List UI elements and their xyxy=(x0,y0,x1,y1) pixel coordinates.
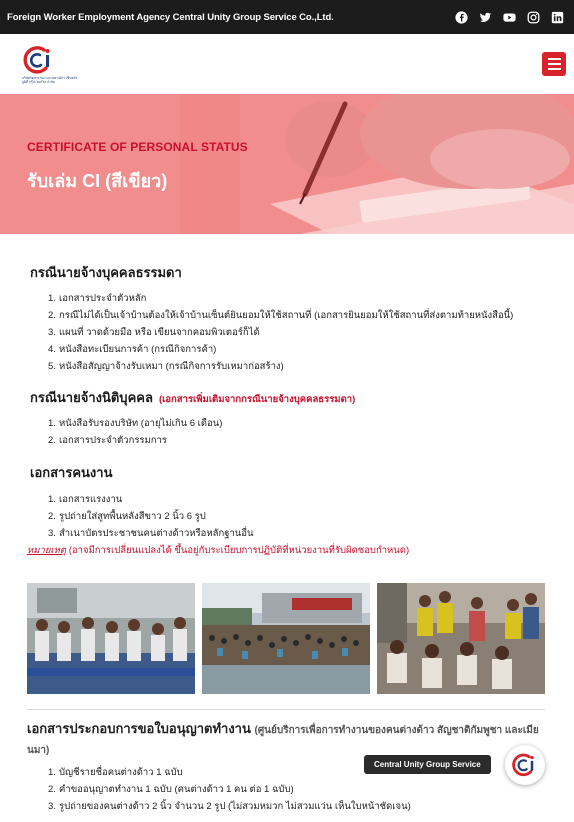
list-item: 1. เอกสารแรงงาน xyxy=(48,494,123,505)
remark-label: หมายเหตุ xyxy=(27,545,67,556)
chat-label-button[interactable]: Central Unity Group Service xyxy=(364,755,491,774)
gallery-photo-workers-vests[interactable] xyxy=(377,583,545,694)
twitter-icon[interactable] xyxy=(479,11,492,24)
section-note: (เอกสารเพิ่มเติมจากกรณีนายจ้างบุคคลธรรมด… xyxy=(158,394,356,405)
list-item: 1. บัญชีรายชื่อคนต่างด้าว 1 ฉบับ xyxy=(48,767,183,778)
list-item: 3. แผนที่ วาดด้วยมือ หรือ เขียนจากคอมพิวเ… xyxy=(48,327,260,338)
site-header: บริษัทจัดหางานแรงงานต่างด้าว เซ็นทรัล ยู… xyxy=(0,34,574,94)
list-item: 3. สำเนาบัตรประชาชนคนต่างด้าวหรือหลักฐานอ… xyxy=(48,528,254,539)
section-individual-employer-list: 1. เอกสารประจำตัวหลัก 2. กรณีไม่ได้เป็นเจ้… xyxy=(30,290,513,375)
section-divider xyxy=(27,709,545,710)
photo-gallery xyxy=(27,583,545,694)
site-logo[interactable]: บริษัทจัดหางานแรงงานต่างด้าว เซ็นทรัล ยู… xyxy=(22,44,82,85)
top-bar: Foreign Worker Employment Agency Central… xyxy=(0,0,574,34)
section-individual-employer-title: กรณีนายจ้างบุคคลธรรมดา xyxy=(30,265,182,280)
hero-subtitle: CERTIFICATE OF PERSONAL STATUS xyxy=(27,140,248,154)
social-links xyxy=(455,10,564,24)
hamburger-icon xyxy=(547,58,561,60)
hero-banner: CERTIFICATE OF PERSONAL STATUS รับเล่ม C… xyxy=(0,94,574,234)
section-worker-documents-title: เอกสารคนงาน xyxy=(30,465,113,480)
remark-text: (อาจมีการเปลี่ยนแปลงได้ ขึ้นอยู่กับระเบี… xyxy=(66,545,410,556)
facebook-icon[interactable] xyxy=(455,10,468,24)
section-juristic-employer-title: กรณีนายจ้างนิติบุคคล (เอกสารเพิ่มเติมจากก… xyxy=(30,390,356,405)
section-work-permit-title: เอกสารประกอบการขอใบอนุญาตทำงาน (ศูนย์บริ… xyxy=(27,721,539,756)
list-item: 1. หนังสือรับรองบริษัท (อายุไม่เกิน 6 เดื… xyxy=(48,418,223,429)
list-item: 2. คำขออนุญาตทำงาน 1 ฉบับ (คนต่างด้าว 1 ค… xyxy=(48,784,294,795)
linkedin-icon[interactable] xyxy=(551,11,564,24)
section-work-permit-list: 1. บัญชีรายชื่อคนต่างด้าว 1 ฉบับ 2. คำขออน… xyxy=(30,764,411,815)
chat-logo-icon xyxy=(512,753,534,777)
remark-note: หมายเหตุ (อาจมีการเปลี่ยนแปลงได้ ขึ้นอยู… xyxy=(27,543,409,558)
company-name: Foreign Worker Employment Agency Central… xyxy=(7,11,334,23)
youtube-icon[interactable] xyxy=(503,11,516,24)
menu-button[interactable] xyxy=(542,52,566,76)
list-item: 1. เอกสารประจำตัวหลัก xyxy=(48,293,147,304)
list-item: 3. รูปถ่ายของคนต่างด้าว 2 นิ้ว จำนวน 2 รู… xyxy=(48,801,411,812)
list-item: 2. เอกสารประจำตัวกรรมการ xyxy=(48,435,167,446)
hero-background-image xyxy=(0,94,574,234)
list-item: 5. หนังสือสัญญาจ้างรับเหมา (กรณีกิจการรับ… xyxy=(48,361,284,372)
chat-launcher-button[interactable] xyxy=(505,745,545,785)
list-item: 2. รูปถ่ายใส่สูทพื้นหลังสีขาว 2 นิ้ว 6 รู… xyxy=(48,511,206,522)
list-item: 2. กรณีไม่ได้เป็นเจ้าบ้านต้องให้เจ้าบ้านเ… xyxy=(48,310,514,321)
list-item: 4. หนังสือทะเบียนการค้า (กรณีกิจการค้า) xyxy=(48,344,217,355)
logo-caption: บริษัทจัดหางานแรงงานต่างด้าว เซ็นทรัล ยู… xyxy=(22,75,78,84)
gallery-photo-crowd-harbor[interactable] xyxy=(202,583,370,694)
gallery-photo-workers-seated[interactable] xyxy=(27,583,195,694)
logo-mark xyxy=(23,45,50,74)
page-title: รับเล่ม CI (สีเขียว) xyxy=(27,171,168,191)
instagram-icon[interactable] xyxy=(527,11,540,24)
section-juristic-employer-list: 1. หนังสือรับรองบริษัท (อายุไม่เกิน 6 เดื… xyxy=(30,415,222,449)
section-worker-documents-list: 1. เอกสารแรงงาน 2. รูปถ่ายใส่สูทพื้นหลังสี… xyxy=(30,491,253,542)
